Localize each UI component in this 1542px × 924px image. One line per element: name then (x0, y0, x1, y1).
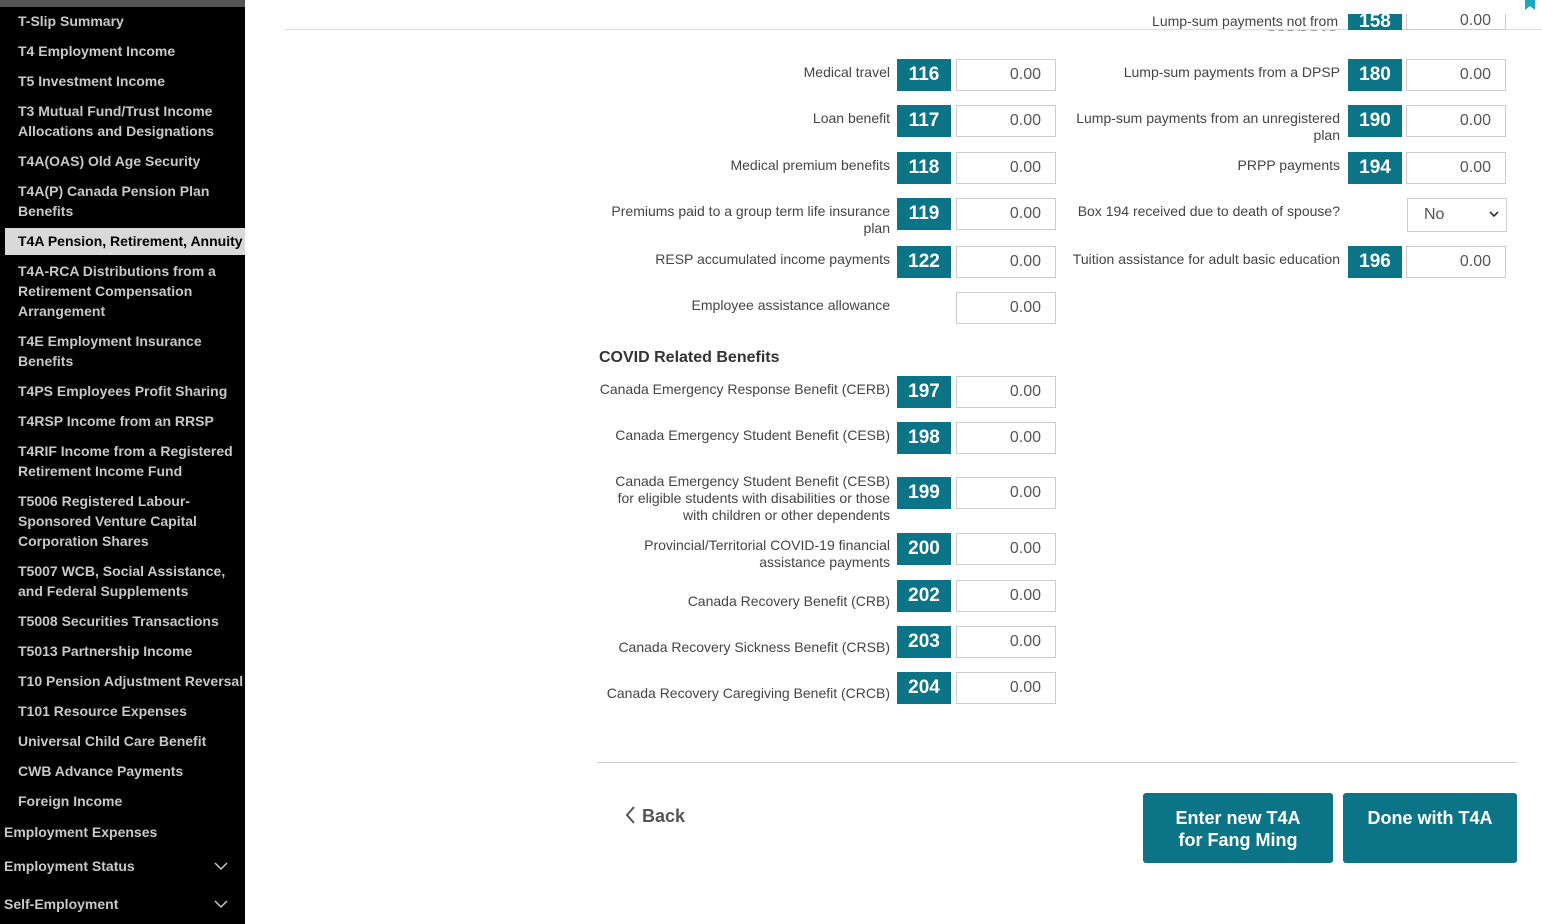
sidebar-section-employment-status[interactable]: Employment Status (4, 856, 236, 876)
box-number-117: 117 (897, 105, 951, 137)
field-label-190: Lump-sum payments from an unregistered p… (1076, 110, 1340, 143)
field-label-158: Lump-sum payments not from RPP/DPSP (1152, 14, 1338, 31)
field-label-180: Lump-sum payments from a DPSP (1123, 64, 1340, 80)
chevron-down-icon (214, 862, 228, 871)
amount-input-180[interactable]: 0.00 (1406, 59, 1506, 91)
sidebar-item-t5007[interactable]: T5007 WCB, Social Assistance, and Federa… (18, 561, 244, 601)
box-number-194: 194 (1348, 152, 1402, 184)
field-label-118: Medical premium benefits (730, 157, 890, 173)
sidebar-item-t101[interactable]: T101 Resource Expenses (18, 701, 244, 721)
amount-input-employee-assistance[interactable]: 0.00 (956, 292, 1056, 324)
enter-new-t4a-button[interactable]: Enter new T4A for Fang Ming (1143, 793, 1333, 863)
sidebar-item-t3[interactable]: T3 Mutual Fund/Trust Income Allocations … (18, 101, 244, 141)
box-number-198: 198 (897, 422, 951, 454)
chevron-down-icon (1489, 211, 1499, 218)
amount-input-202[interactable]: 0.00 (956, 580, 1056, 612)
back-button[interactable]: Back (624, 805, 685, 827)
sidebar-item-t5013[interactable]: T5013 Partnership Income (18, 641, 244, 661)
sidebar-item-t5[interactable]: T5 Investment Income (18, 71, 244, 91)
box-number-197: 197 (897, 376, 951, 408)
amount-input-199[interactable]: 0.00 (956, 477, 1056, 509)
amount-input-122[interactable]: 0.00 (956, 246, 1056, 278)
sidebar-item-foreign-income[interactable]: Foreign Income (18, 791, 244, 811)
box-number-199: 199 (897, 477, 951, 509)
field-label-204: Canada Recovery Caregiving Benefit (CRCB… (606, 685, 890, 701)
select-value: No (1424, 206, 1445, 223)
amount-input-204[interactable]: 0.00 (956, 672, 1056, 704)
sidebar-item-t-slip-summary[interactable]: T-Slip Summary (18, 11, 244, 31)
box-number-119: 119 (897, 198, 951, 230)
field-label-196: Tuition assistance for adult basic educa… (1072, 251, 1340, 267)
sidebar-item-t10[interactable]: T10 Pension Adjustment Reversal (18, 671, 244, 691)
amount-input-194[interactable]: 0.00 (1406, 152, 1506, 184)
back-label: Back (642, 806, 686, 826)
box-number-116: 116 (897, 59, 951, 91)
sidebar-item-t4rsp[interactable]: T4RSP Income from an RRSP (18, 411, 244, 431)
amount-input-118[interactable]: 0.00 (956, 152, 1056, 184)
sidebar-item-t4rif[interactable]: T4RIF Income from a Registered Retiremen… (18, 441, 244, 481)
done-with-t4a-button[interactable]: Done with T4A (1343, 793, 1517, 863)
amount-input-200[interactable]: 0.00 (956, 533, 1056, 565)
field-label-death-of-spouse: Box 194 received due to death of spouse? (1077, 203, 1340, 219)
sidebar-section-label: Self-Employment (4, 896, 119, 912)
field-label-202: Canada Recovery Benefit (CRB) (687, 593, 890, 609)
amount-input-196[interactable]: 0.00 (1406, 246, 1506, 278)
sidebar-item-t5008[interactable]: T5008 Securities Transactions (18, 611, 244, 631)
footer-divider (597, 762, 1517, 763)
sidebar-item-t4a-rca[interactable]: T4A-RCA Distributions from a Retirement … (18, 261, 244, 321)
amount-input-116[interactable]: 0.00 (956, 59, 1056, 91)
box-number-202: 202 (897, 580, 951, 612)
field-label-122: RESP accumulated income payments (655, 251, 890, 267)
box-number-118: 118 (897, 152, 951, 184)
field-label-119: Premiums paid to a group term life insur… (611, 203, 890, 236)
sidebar-top-bar (0, 0, 245, 7)
amount-input-203[interactable]: 0.00 (956, 626, 1056, 658)
field-label-employee-assistance: Employee assistance allowance (691, 297, 890, 313)
sidebar-item-t4[interactable]: T4 Employment Income (18, 41, 244, 61)
sidebar: T-Slip Summary T4 Employment Income T5 I… (0, 0, 245, 924)
box-number-122: 122 (897, 246, 951, 278)
field-label-198: Canada Emergency Student Benefit (CESB) (615, 427, 890, 443)
box-number-203: 203 (897, 626, 951, 658)
field-label-200: Provincial/Territorial COVID-19 financia… (644, 537, 890, 570)
sidebar-item-t4a-oas[interactable]: T4A(OAS) Old Age Security (18, 151, 244, 171)
sidebar-item-t4e[interactable]: T4E Employment Insurance Benefits (18, 331, 244, 371)
amount-input-190[interactable]: 0.00 (1406, 105, 1506, 137)
amount-input-158[interactable]: 0.00 (1406, 14, 1506, 30)
field-label-197: Canada Emergency Response Benefit (CERB) (599, 381, 890, 397)
amount-input-198[interactable]: 0.00 (956, 422, 1056, 454)
box-number-204: 204 (897, 672, 951, 704)
sidebar-item-t5006[interactable]: T5006 Registered Labour-Sponsored Ventur… (18, 491, 244, 551)
box-number-158: 158 (1348, 14, 1402, 30)
field-label-116: Medical travel (803, 64, 890, 80)
amount-input-119[interactable]: 0.00 (956, 198, 1056, 230)
field-label-117: Loan benefit (812, 110, 890, 126)
sidebar-section-label: Employment Status (4, 858, 135, 874)
death-of-spouse-select[interactable]: No (1407, 198, 1507, 232)
box-number-200: 200 (897, 533, 951, 565)
sidebar-section-label: Employment Expenses (4, 824, 158, 840)
field-label-194: PRPP payments (1237, 157, 1340, 173)
field-label-199: Canada Emergency Student Benefit (CESB) … (615, 473, 890, 523)
box-number-180: 180 (1348, 59, 1402, 91)
amount-input-117[interactable]: 0.00 (956, 105, 1056, 137)
sidebar-item-cwb[interactable]: CWB Advance Payments (18, 761, 244, 781)
field-label-203: Canada Recovery Sickness Benefit (CRSB) (618, 639, 890, 655)
sidebar-item-t4ps[interactable]: T4PS Employees Profit Sharing (18, 381, 244, 401)
sidebar-item-uccb[interactable]: Universal Child Care Benefit (18, 731, 244, 751)
box-number-190: 190 (1348, 105, 1402, 137)
sidebar-section-self-employment[interactable]: Self-Employment (4, 894, 236, 914)
box-number-196: 196 (1348, 246, 1402, 278)
sidebar-item-t4a-p[interactable]: T4A(P) Canada Pension Plan Benefits (18, 181, 244, 221)
chevron-down-icon (214, 900, 228, 909)
covid-section-title: COVID Related Benefits (599, 349, 780, 366)
amount-input-197[interactable]: 0.00 (956, 376, 1056, 408)
bookmark-icon[interactable] (1524, 0, 1536, 10)
sidebar-item-t4a[interactable]: T4A Pension, Retirement, Annuity (5, 228, 245, 255)
chevron-left-icon (625, 806, 635, 824)
sidebar-section-employment-expenses[interactable]: Employment Expenses (4, 822, 236, 842)
